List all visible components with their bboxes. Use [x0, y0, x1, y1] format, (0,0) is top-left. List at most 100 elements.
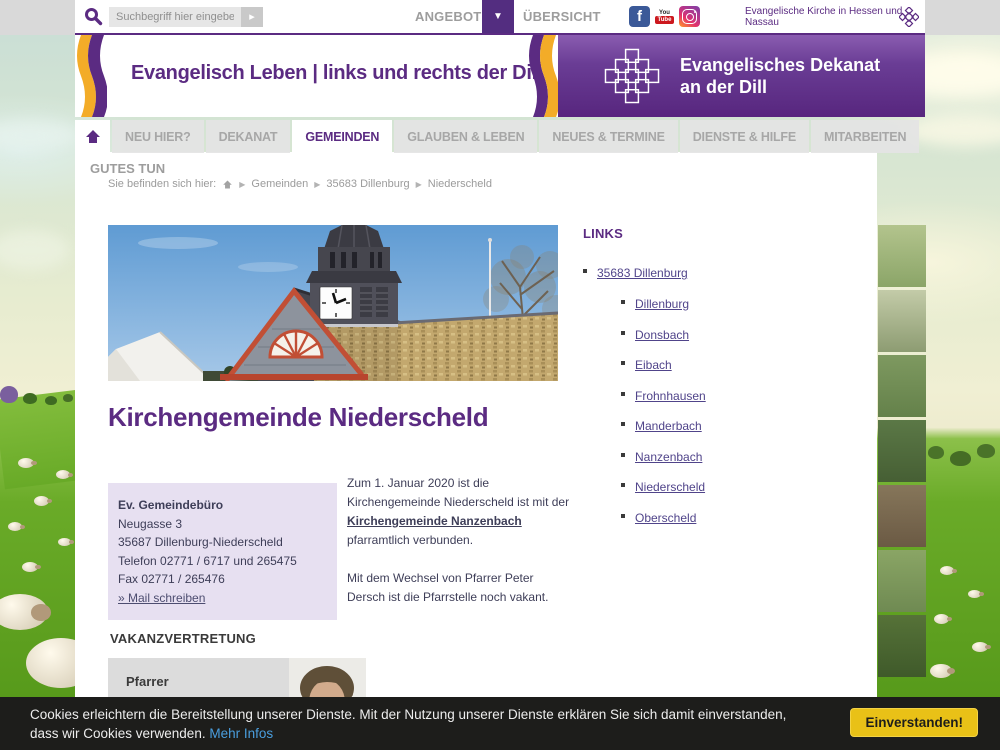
search-submit-button[interactable]: ▸: [241, 7, 263, 27]
nav-home-tab[interactable]: [75, 120, 110, 153]
intro-paragraph-2: Mit dem Wechsel von Pfarrer Peter Dersch…: [347, 569, 572, 607]
nav-item-gutes-tun[interactable]: GUTES TUN: [90, 161, 165, 176]
nav-items: NEU HIER?DEKANATGEMEINDENGLAUBEN & LEBEN…: [112, 120, 919, 153]
intro-p1-after: pfarramtlich verbunden.: [347, 533, 473, 547]
instagram-icon[interactable]: [679, 6, 700, 27]
content-area: GUTES TUN Sie befinden sich hier: ▶ Gemei…: [75, 152, 877, 750]
sidebar-link-dillenburg-group[interactable]: 35683 Dillenburg: [597, 266, 688, 280]
search-icon: [84, 7, 103, 26]
photo-strip-block: [878, 485, 926, 547]
uebersicht-menu[interactable]: ÜBERSICHT: [523, 0, 601, 33]
instagram-lens: [686, 13, 694, 21]
angebote-dropdown-button[interactable]: ▼: [482, 0, 514, 33]
wave-decoration-mid: [529, 35, 559, 117]
breadcrumb-item[interactable]: 35683 Dillenburg: [326, 178, 409, 190]
breadcrumb-items: ▶Gemeinden▶35683 Dillenburg▶Niederscheld: [239, 178, 492, 190]
breadcrumb-home-icon[interactable]: [222, 179, 233, 190]
sheep: [56, 470, 70, 479]
sidebar-sub-item: Donsbach: [621, 326, 706, 344]
tree: [977, 444, 995, 458]
nav-item-neues-termine[interactable]: NEUES & TERMINE: [539, 120, 677, 153]
sheep: [940, 566, 954, 575]
sheep: [930, 664, 952, 678]
sidebar-sub-item: Nanzenbach: [621, 448, 706, 466]
breadcrumb-separator: ▶: [416, 180, 422, 189]
search-input[interactable]: [109, 7, 241, 27]
contact-line: 35687 Dillenburg-Niederscheld: [118, 533, 327, 552]
intro-p1-before: Zum 1. Januar 2020 ist die Kirchengemein…: [347, 476, 569, 509]
dekanat-name: Evangelisches Dekanat an der Dill: [680, 54, 880, 98]
page-title: Kirchengemeinde Niederscheld: [108, 402, 488, 433]
angebote-menu[interactable]: ANGEBOTE: [415, 0, 490, 33]
photo-strip: [878, 225, 926, 680]
tree: [63, 394, 73, 402]
sheep: [968, 590, 981, 598]
sheep: [18, 458, 34, 468]
cookie-banner: Cookies erleichtern die Bereitstellung u…: [0, 697, 1000, 750]
mail-link[interactable]: » Mail schreiben: [118, 591, 205, 605]
nav-item-neu-hier-[interactable]: NEU HIER?: [112, 120, 204, 153]
sidebar-sub-list: Dillenburg Donsbach Eibach Frohnhausen Mande…: [621, 295, 706, 527]
contact-box: Ev. Gemeindebüro Neugasse 335687 Dillenb…: [108, 483, 337, 620]
breadcrumb-item[interactable]: Gemeinden: [251, 178, 308, 190]
nav-item-dekanat[interactable]: DEKANAT: [206, 120, 291, 153]
nav-item-glauben-leben[interactable]: GLAUBEN & LEBEN: [394, 120, 537, 153]
youtube-icon[interactable]: You Tube: [654, 6, 675, 27]
photo-strip-block: [878, 225, 926, 287]
instagram-dot: [694, 11, 696, 13]
top-bar: ▸ ANGEBOTE ▼ ÜBERSICHT f You Tube Evange…: [0, 0, 1000, 35]
sidebar-link-dillenburg[interactable]: Dillenburg: [635, 297, 689, 311]
pfarrer-role-label: Pfarrer: [126, 674, 169, 689]
breadcrumb-prefix: Sie befinden sich hier:: [108, 178, 216, 190]
intro-paragraph-1: Zum 1. Januar 2020 ist die Kirchengemein…: [347, 474, 572, 550]
sidebar-sub-item: Eibach: [621, 356, 706, 374]
ekhn-link[interactable]: Evangelische Kirche in Hessen und Nassau: [745, 0, 925, 33]
home-icon: [84, 128, 102, 145]
dekanat-logo-box: Evangelisches Dekanat an der Dill: [558, 35, 925, 117]
sidebar-link-nanzenbach[interactable]: Nanzenbach: [635, 450, 702, 464]
contact-line: Fax 02771 / 265476: [118, 570, 327, 589]
sidebar-link-oberscheld[interactable]: Oberscheld: [635, 511, 696, 525]
contact-line: Telefon 02771 / 6717 und 265475: [118, 552, 327, 571]
purple-tree: [0, 386, 18, 403]
tree: [23, 393, 37, 404]
site-header: Evangelisch Leben | links und rechts der…: [75, 35, 925, 117]
page: ▸ ANGEBOTE ▼ ÜBERSICHT f You Tube Evange…: [0, 0, 1000, 750]
cookie-accept-button[interactable]: Einverstanden!: [850, 708, 978, 737]
sidebar-sub-item: Manderbach: [621, 417, 706, 435]
sidebar-link-eibach[interactable]: Eibach: [635, 358, 672, 372]
cookie-message: Cookies erleichtern die Bereitstellung u…: [30, 705, 786, 743]
sidebar-sub-item: Dillenburg: [621, 295, 706, 313]
sheep: [34, 496, 49, 506]
ekhn-flower-cross-icon[interactable]: [899, 7, 919, 27]
photo-strip-block: [878, 290, 926, 352]
sidebar-link-frohnhausen[interactable]: Frohnhausen: [635, 389, 706, 403]
facebook-icon[interactable]: f: [629, 6, 650, 27]
nav-item-gemeinden[interactable]: GEMEINDEN: [292, 120, 392, 153]
sheep-large: [0, 594, 48, 630]
sidebar-link-niederscheld[interactable]: Niederscheld: [635, 480, 705, 494]
contact-title: Ev. Gemeindebüro: [118, 496, 327, 515]
vakanz-heading: VAKANZVERTRETUNG: [110, 631, 256, 646]
contact-line: Neugasse 3: [118, 515, 327, 534]
cookie-more-info-link[interactable]: Mehr Infos: [209, 726, 273, 741]
sidebar-link-donsbach[interactable]: Donsbach: [635, 328, 689, 342]
youtube-icon-top: You: [659, 10, 670, 16]
dekanat-cross-logo: [600, 44, 664, 108]
nav-item-mitarbeiten[interactable]: MITARBEITEN: [811, 120, 919, 153]
main-navigation: NEU HIER?DEKANATGEMEINDENGLAUBEN & LEBEN…: [75, 120, 919, 153]
sidebar-link-manderbach[interactable]: Manderbach: [635, 419, 702, 433]
breadcrumb-item[interactable]: Niederscheld: [428, 178, 492, 190]
photo-strip-block: [878, 420, 926, 482]
photo-strip-block: [878, 615, 926, 677]
sidebar-sub-item: Oberscheld: [621, 509, 706, 527]
nanzenbach-link[interactable]: Kirchengemeinde Nanzenbach: [347, 514, 522, 528]
youtube-icon-bottom: Tube: [655, 16, 675, 24]
tree: [928, 446, 944, 459]
sidebar-parent-item: 35683 Dillenburg Dillenburg Donsbach Eibac…: [583, 264, 706, 527]
sheep: [972, 642, 988, 652]
breadcrumb-separator: ▶: [314, 180, 320, 189]
cloud: [0, 120, 80, 150]
tree: [950, 451, 971, 466]
nav-item-dienste-hilfe[interactable]: DIENSTE & HILFE: [680, 120, 809, 153]
